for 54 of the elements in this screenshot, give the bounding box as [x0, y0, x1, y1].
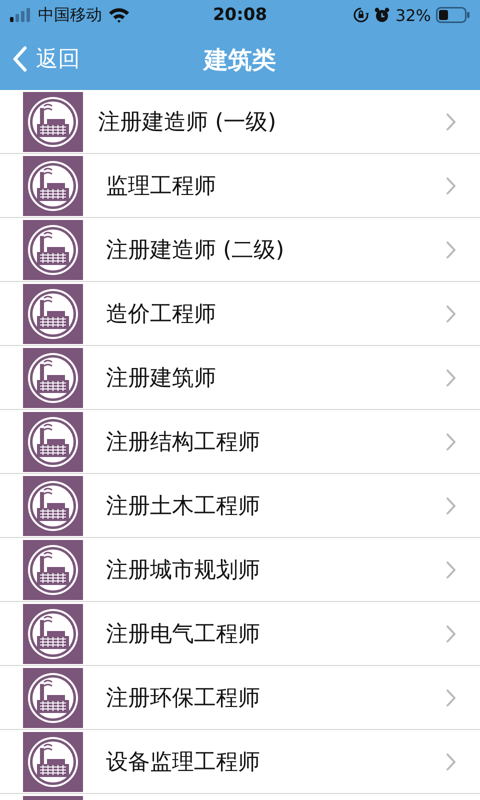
chevron-icon [446, 752, 456, 770]
chevron-icon [446, 432, 456, 450]
list-item[interactable]: 注册建造师 (二级) [0, 218, 480, 282]
alarm-icon [374, 7, 390, 23]
rotation-lock-icon [353, 7, 370, 23]
item-label: 注册电气工程师 [106, 620, 261, 648]
factory-icon [23, 284, 83, 344]
wifi-icon [108, 7, 130, 23]
item-label: 注册建筑师 [106, 364, 217, 392]
chevron-icon [446, 688, 456, 706]
factory-icon [23, 92, 83, 152]
item-label: 注册环保工程师 [106, 684, 261, 712]
factory-icon [23, 220, 83, 280]
list-item[interactable]: 注册电气工程师 [0, 602, 480, 666]
list-item[interactable]: 注册城市规划师 [0, 538, 480, 602]
battery-icon [436, 7, 470, 23]
item-label: 注册建造师 (一级) [98, 108, 278, 136]
chevron-icon [446, 560, 456, 578]
list-item[interactable]: 监理工程师 [0, 154, 480, 218]
factory-icon [23, 348, 83, 408]
item-label: 注册建造师 (二级) [106, 236, 286, 264]
chevron-icon [446, 112, 456, 130]
back-icon [12, 46, 28, 72]
list-item[interactable]: 注册建筑师 [0, 346, 480, 410]
factory-icon [23, 604, 83, 664]
chevron-icon [446, 496, 456, 514]
chevron-icon [446, 304, 456, 322]
page-title: 建筑类 [204, 45, 276, 76]
list-item[interactable]: 注册土木工程师 [0, 474, 480, 538]
battery-percent: 32% [395, 6, 431, 24]
list-item[interactable]: 注册环保工程师 [0, 666, 480, 730]
item-label: 注册城市规划师 [106, 556, 261, 584]
list-item[interactable]: 设备监理工程师 [0, 730, 480, 794]
item-label: 注册土木工程师 [106, 492, 261, 520]
signal-icon [10, 8, 32, 22]
factory-icon [23, 412, 83, 472]
chevron-icon [446, 240, 456, 258]
chevron-icon [446, 176, 456, 194]
item-label: 造价工程师 [106, 300, 217, 328]
list-item[interactable]: 注册结构工程师 [0, 410, 480, 474]
status-time: 20:08 [212, 5, 268, 25]
chevron-icon [446, 368, 456, 386]
item-label: 设备监理工程师 [106, 748, 261, 776]
factory-icon [23, 732, 83, 792]
list-item[interactable]: 注册建造师 (一级) [0, 90, 480, 154]
factory-icon [23, 156, 83, 216]
item-label: 监理工程师 [106, 172, 217, 200]
list-item[interactable]: 造价工程师 [0, 282, 480, 346]
factory-icon [23, 476, 83, 536]
factory-icon [23, 540, 83, 600]
factory-icon [23, 668, 83, 728]
item-label: 注册结构工程师 [106, 428, 261, 456]
chevron-icon [446, 624, 456, 642]
carrier-name: 中国移动 [38, 4, 102, 26]
